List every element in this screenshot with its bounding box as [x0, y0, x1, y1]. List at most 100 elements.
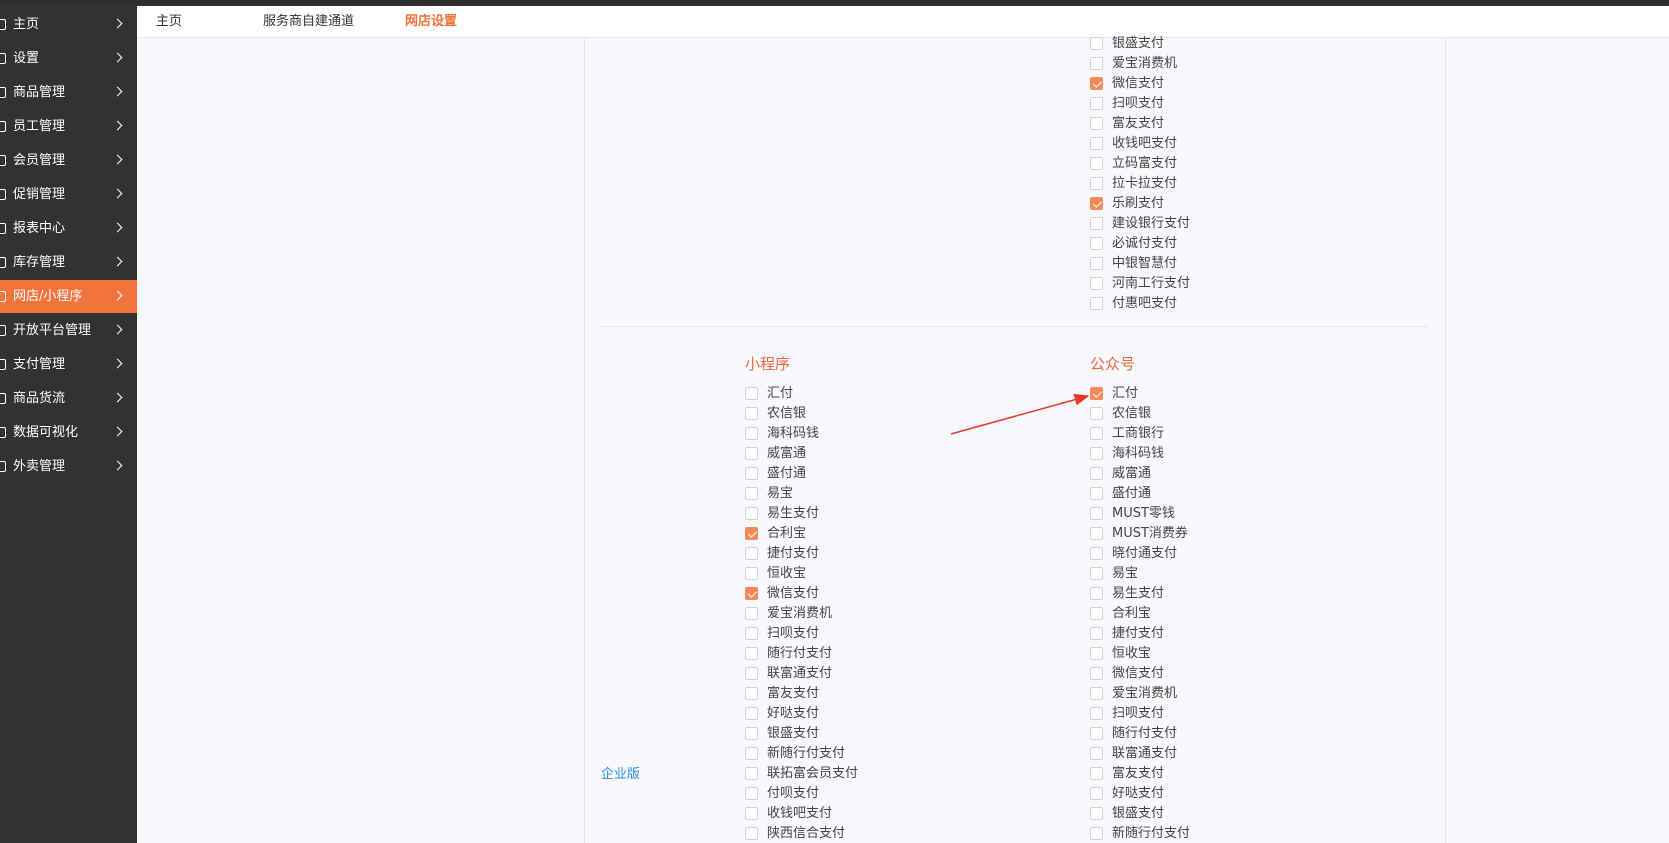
payment-option-label: 微信支付: [1112, 666, 1165, 681]
checkbox[interactable]: [1090, 707, 1103, 720]
checkbox[interactable]: [1090, 527, 1103, 540]
checkbox[interactable]: [745, 467, 758, 480]
sidebar: 主页设置商品管理 员工管理 会员管理 促销管理报表中心库存管理 网店/小程序开放平台管理…: [0, 6, 137, 843]
menu-item-icon: [0, 53, 6, 64]
sidebar-item-1[interactable]: 设置: [0, 42, 137, 75]
sidebar-item-12[interactable]: 数据可视化: [0, 416, 137, 449]
sidebar-item-8[interactable]: 网店/小程序: [0, 280, 137, 313]
sidebar-item-label: 报表中心: [13, 221, 66, 236]
checkbox[interactable]: [1090, 177, 1103, 190]
sidebar-item-6[interactable]: 报表中心: [0, 212, 137, 245]
checkbox[interactable]: [1090, 667, 1103, 680]
checkbox[interactable]: [745, 527, 758, 540]
payment-option-label: 微信支付: [1112, 76, 1165, 91]
checkbox[interactable]: [1090, 137, 1103, 150]
checkbox[interactable]: [745, 727, 758, 740]
sidebar-item-label: 支付管理: [13, 357, 66, 372]
checkbox[interactable]: [1090, 237, 1103, 250]
payment-option-label: 付呗支付: [767, 786, 820, 801]
checkbox[interactable]: [1090, 727, 1103, 740]
checkbox[interactable]: [745, 487, 758, 500]
checkbox[interactable]: [745, 747, 758, 760]
checkbox[interactable]: [1090, 627, 1103, 640]
payment-option-label: 爱宝消费机: [1112, 686, 1178, 701]
checkbox[interactable]: [1090, 297, 1103, 310]
checkbox[interactable]: [1090, 277, 1103, 290]
checkbox[interactable]: [1090, 547, 1103, 560]
checkbox[interactable]: [745, 667, 758, 680]
checkbox[interactable]: [745, 647, 758, 660]
checkbox[interactable]: [1090, 117, 1103, 130]
checkbox[interactable]: [745, 827, 758, 840]
tab-2[interactable]: 网店设置: [405, 6, 457, 38]
checkbox[interactable]: [1090, 387, 1103, 400]
sidebar-item-11[interactable]: 商品货流: [0, 382, 137, 415]
checkbox[interactable]: [1090, 747, 1103, 760]
checkbox[interactable]: [1090, 257, 1103, 270]
payment-option-label: 威富通: [1112, 466, 1152, 481]
checkbox[interactable]: [1090, 197, 1103, 210]
checkbox[interactable]: [745, 407, 758, 420]
checkbox[interactable]: [1090, 77, 1103, 90]
checkbox[interactable]: [1090, 647, 1103, 660]
checkbox[interactable]: [745, 767, 758, 780]
checkbox[interactable]: [745, 547, 758, 560]
checkbox[interactable]: [1090, 427, 1103, 440]
section-divider: [600, 326, 1428, 327]
sidebar-item-label: 设置: [13, 51, 40, 66]
checkbox[interactable]: [745, 607, 758, 620]
payment-option-label: 恒收宝: [767, 566, 807, 581]
checkbox[interactable]: [1090, 767, 1103, 780]
checkbox[interactable]: [1090, 447, 1103, 460]
payment-option-label: 合利宝: [1112, 606, 1152, 621]
checkbox[interactable]: [1090, 487, 1103, 500]
sidebar-item-5[interactable]: 促销管理: [0, 178, 137, 211]
checkbox[interactable]: [745, 567, 758, 580]
checkbox[interactable]: [1090, 787, 1103, 800]
checkbox[interactable]: [745, 447, 758, 460]
checkbox[interactable]: [1090, 587, 1103, 600]
checkbox[interactable]: [745, 707, 758, 720]
checkbox[interactable]: [1090, 57, 1103, 70]
sidebar-item-2[interactable]: 商品管理: [0, 76, 137, 109]
payment-option-label: 随行付支付: [1112, 726, 1178, 741]
payment-option-label: 扫呗支付: [1112, 96, 1165, 111]
payment-option-label: 富友支付: [767, 686, 820, 701]
sidebar-item-label: 开放平台管理: [13, 323, 92, 338]
tab-1[interactable]: 服务商自建通道: [263, 6, 354, 38]
sidebar-item-7[interactable]: 库存管理: [0, 246, 137, 279]
checkbox[interactable]: [1090, 807, 1103, 820]
checkbox[interactable]: [1090, 607, 1103, 620]
checkbox[interactable]: [745, 507, 758, 520]
checkbox[interactable]: [1090, 827, 1103, 840]
checkbox[interactable]: [1090, 567, 1103, 580]
checkbox[interactable]: [1090, 467, 1103, 480]
checkbox[interactable]: [745, 587, 758, 600]
sidebar-item-9[interactable]: 开放平台管理: [0, 314, 137, 347]
checkbox[interactable]: [1090, 217, 1103, 230]
sidebar-item-10[interactable]: 支付管理: [0, 348, 137, 381]
chevron-right-icon: [112, 188, 123, 199]
checkbox[interactable]: [745, 687, 758, 700]
enterprise-edition-link[interactable]: 企业版: [601, 763, 640, 782]
sidebar-item-13[interactable]: 外卖管理: [0, 450, 137, 483]
sidebar-item-4[interactable]: 会员管理: [0, 144, 137, 177]
checkbox[interactable]: [745, 387, 758, 400]
checkbox[interactable]: [1090, 157, 1103, 170]
checkbox[interactable]: [745, 807, 758, 820]
checkbox[interactable]: [1090, 97, 1103, 110]
checkbox[interactable]: [1090, 687, 1103, 700]
payment-option-label: 建设银行支付: [1112, 216, 1191, 231]
tab-bar: 主页 服务商自建通道 网店设置: [137, 6, 1669, 38]
checkbox[interactable]: [1090, 407, 1103, 420]
checkbox[interactable]: [745, 627, 758, 640]
checkbox[interactable]: [1090, 37, 1103, 50]
tab-0[interactable]: 主页: [156, 6, 182, 38]
checkbox[interactable]: [745, 787, 758, 800]
sidebar-item-0[interactable]: 主页: [0, 8, 137, 41]
checkbox[interactable]: [745, 427, 758, 440]
checkbox[interactable]: [1090, 507, 1103, 520]
chevron-right-icon: [112, 222, 123, 233]
sidebar-item-3[interactable]: 员工管理: [0, 110, 137, 143]
menu-item-icon: [0, 223, 6, 234]
